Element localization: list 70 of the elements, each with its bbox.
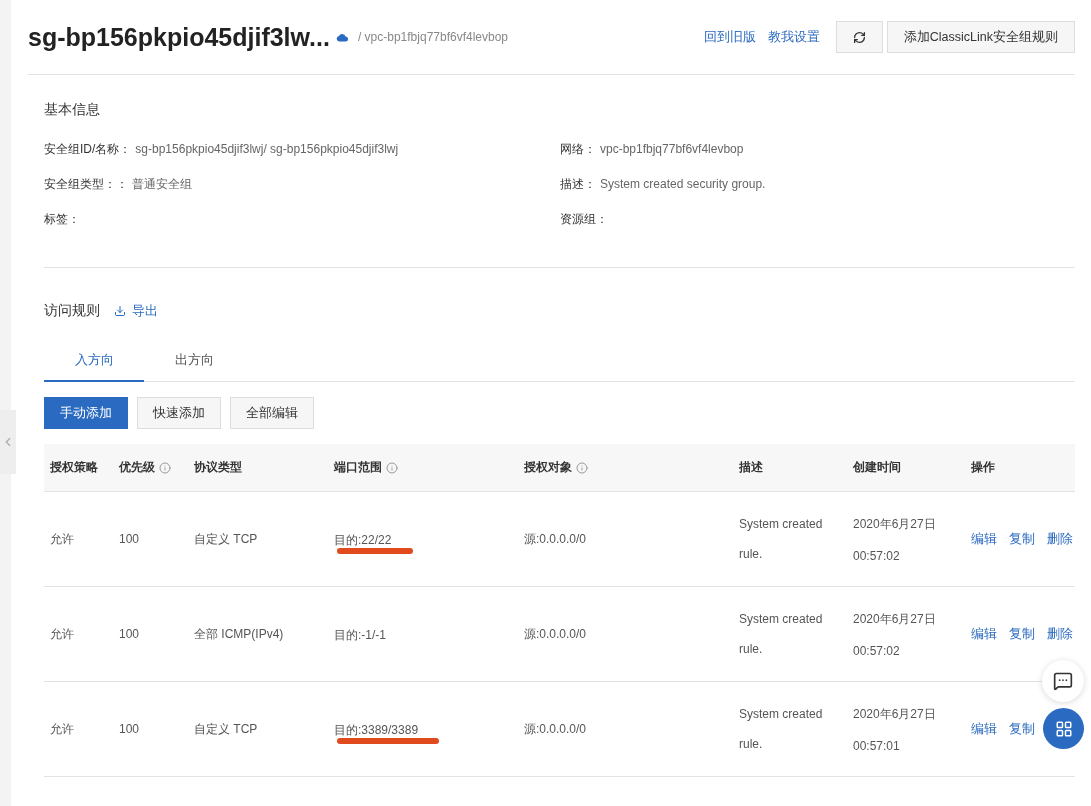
chat-icon <box>1053 671 1073 691</box>
table-cell-text: 00:57:01 <box>853 738 901 753</box>
add-rule-button[interactable]: 全部编辑 <box>230 397 314 429</box>
column-header: 协议类型 <box>193 459 243 476</box>
row-action-link[interactable]: 编辑 <box>971 530 997 548</box>
download-icon <box>114 305 126 317</box>
table-cell-text: 允许 <box>49 720 75 738</box>
table-cell-text: 00:57:02 <box>853 548 901 563</box>
chat-button[interactable] <box>1042 660 1084 702</box>
table-cell-text: 2020年6月27日 <box>853 610 937 628</box>
table-cell-text: 100 <box>118 627 141 641</box>
table-cell-text: rule. <box>739 547 764 561</box>
header-link[interactable]: 回到旧版 <box>703 28 756 46</box>
table-cell-text: 00:57:02 <box>853 643 901 658</box>
header-link[interactable]: 教我设置 <box>767 28 820 46</box>
row-action-link[interactable]: 编辑 <box>971 625 997 643</box>
vpc-breadcrumb[interactable]: / vpc-bp1fbjq77bf6vf4levbop <box>357 30 509 44</box>
table-cell-text: 自定义 TCP <box>193 720 259 738</box>
table-cell-text: 100 <box>118 532 141 546</box>
row-action-link[interactable]: 复制 <box>1009 530 1035 548</box>
cloud-icon <box>335 32 348 42</box>
info-field: 标签： <box>44 211 560 227</box>
row-action-link[interactable]: 删除 <box>1047 625 1073 643</box>
column-header: 授权策略 <box>49 459 99 476</box>
grid-icon <box>1054 719 1073 738</box>
page-title: sg-bp156pkpio45djif3lw... <box>28 22 330 52</box>
section-title: 基本信息 <box>44 101 101 119</box>
table-cell-text: 全部 ICMP(IPv4) <box>193 625 285 643</box>
direction-tab[interactable]: 入方向 <box>44 342 144 382</box>
table-cell: 目的:22/22 <box>334 532 392 547</box>
table-cell: 目的:-1/-1 <box>334 627 386 642</box>
info-field: 资源组： <box>560 211 1075 227</box>
column-header: 端口范围 <box>328 459 518 476</box>
table-cell-text: rule. <box>739 642 764 656</box>
table-cell: 目的:3389/3389 <box>334 722 419 737</box>
table-cell-text: 100 <box>118 722 141 736</box>
info-field: 网络： vpc-bp1fbjq77bf6vf4levbop <box>560 141 1075 157</box>
add-rule-button[interactable]: 快速添加 <box>137 397 221 429</box>
row-action-link[interactable]: 删除 <box>1047 530 1073 548</box>
column-header: 操作 <box>970 459 996 476</box>
row-action-link[interactable]: 复制 <box>1009 625 1035 643</box>
table-cell-text: 允许 <box>49 625 75 643</box>
column-header: 优先级 <box>113 459 188 476</box>
column-header: 描述 <box>738 459 764 476</box>
export-link[interactable]: 导出 <box>114 302 158 320</box>
table-cell-text: System created <box>739 517 824 531</box>
row-action-link[interactable]: 编辑 <box>971 720 997 738</box>
table-cell-text: 自定义 TCP <box>193 530 259 548</box>
table-cell-text: 源:0.0.0.0/0 <box>523 625 588 643</box>
column-header: 授权对象 <box>518 459 733 476</box>
refresh-icon <box>852 30 866 44</box>
table-cell-text: System created <box>739 707 824 721</box>
refresh-button[interactable] <box>835 21 883 53</box>
section-title: 访问规则 <box>44 302 100 320</box>
column-header: 创建时间 <box>852 459 902 476</box>
info-field: 安全组类型：： 普通安全组 <box>44 176 560 192</box>
table-cell-text: 源:0.0.0.0/0 <box>523 530 588 548</box>
table-cell-text: rule. <box>739 737 764 751</box>
add-classiclink-button[interactable]: 添加ClassicLink安全组规则 <box>886 21 1075 53</box>
add-rule-button[interactable]: 手动添加 <box>44 397 128 429</box>
table-cell-text: 2020年6月27日 <box>853 515 937 533</box>
direction-tab[interactable]: 出方向 <box>144 342 244 382</box>
apps-button[interactable] <box>1043 708 1084 749</box>
table-cell-text: 2020年6月27日 <box>853 705 937 723</box>
table-cell-text: 源:0.0.0.0/0 <box>523 720 588 738</box>
info-field: 描述： System created security group. <box>560 176 1075 192</box>
table-cell-text: System created <box>739 612 824 626</box>
table-cell-text: 允许 <box>49 530 75 548</box>
info-field: 安全组ID/名称： sg-bp156pkpio45djif3lwj/ sg-bp156pkpio45djif3lwj <box>44 141 560 157</box>
row-action-link[interactable]: 复制 <box>1009 720 1035 738</box>
